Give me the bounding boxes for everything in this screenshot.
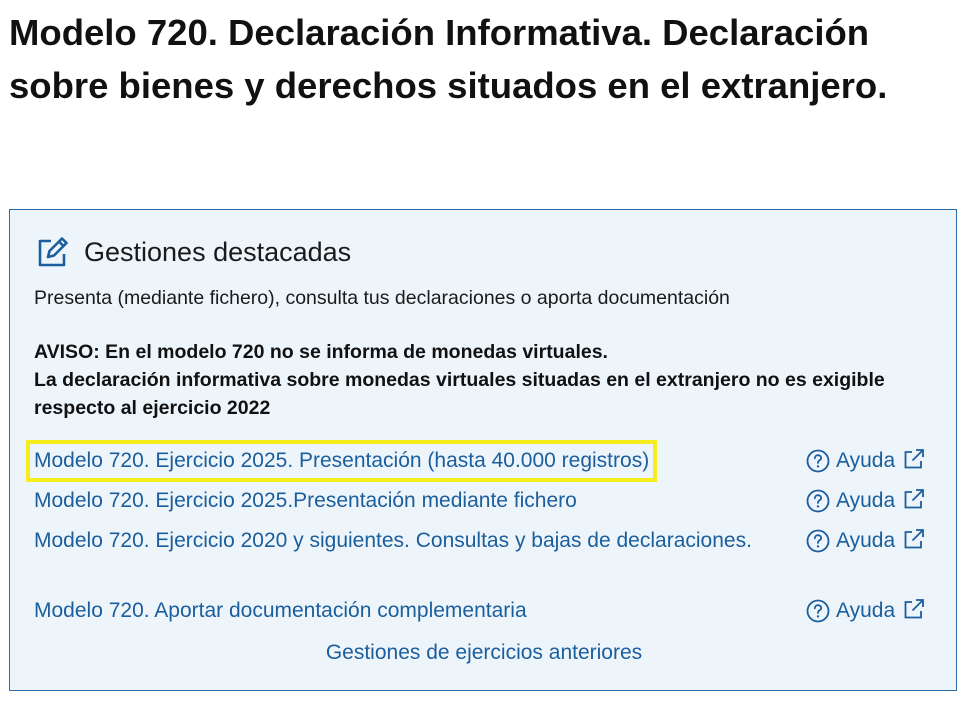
- external-link-icon: [904, 489, 925, 509]
- procedure-link-queries-2020[interactable]: Modelo 720. Ejercicio 2020 y siguientes.…: [34, 526, 754, 556]
- procedure-link-file-submission-2025[interactable]: Modelo 720. Ejercicio 2025.Presentación …: [34, 486, 577, 516]
- procedure-link-presentation-2025[interactable]: Modelo 720. Ejercicio 2025. Presentación…: [25, 440, 658, 482]
- panel-subtitle: Presenta (mediante fichero), consulta tu…: [34, 287, 730, 309]
- question-circle-icon: [806, 599, 830, 623]
- procedure-row: Modelo 720. Ejercicio 2020 y siguientes.…: [34, 526, 944, 556]
- virtual-currency-notice: AVISO: En el modelo 720 no se informa de…: [34, 338, 934, 422]
- featured-procedures-panel: Gestiones destacadas Presenta (mediante …: [9, 209, 957, 691]
- procedure-row: Modelo 720. Ejercicio 2025.Presentación …: [34, 486, 944, 516]
- panel-header: Gestiones destacadas: [35, 234, 351, 270]
- help-label: Ayuda: [836, 599, 896, 622]
- question-circle-icon: [806, 449, 830, 473]
- external-link-icon: [904, 449, 925, 469]
- help-link[interactable]: Ayuda: [806, 446, 925, 476]
- notice-line-1: AVISO: En el modelo 720 no se informa de…: [34, 341, 608, 363]
- edit-icon: [38, 237, 68, 267]
- procedure-row: Modelo 720. Ejercicio 2025. Presentación…: [25, 440, 944, 482]
- external-link-icon: [904, 599, 925, 619]
- question-circle-icon: [806, 489, 830, 513]
- help-link[interactable]: Ayuda: [806, 526, 925, 556]
- procedure-link-supporting-documents[interactable]: Modelo 720. Aportar documentación comple…: [34, 596, 527, 626]
- help-label: Ayuda: [836, 489, 896, 512]
- help-label: Ayuda: [836, 449, 896, 472]
- notice-line-2: La declaración informativa sobre monedas…: [34, 369, 885, 419]
- previous-years-row: Gestiones de ejercicios anteriores: [10, 638, 958, 668]
- help-link[interactable]: Ayuda: [806, 596, 925, 626]
- help-link[interactable]: Ayuda: [806, 486, 925, 516]
- external-link-icon: [904, 529, 925, 549]
- panel-heading: Gestiones destacadas: [84, 237, 352, 267]
- page-title: Modelo 720. Declaración Informativa. Dec…: [9, 12, 888, 106]
- question-circle-icon: [806, 529, 830, 553]
- help-label: Ayuda: [836, 529, 896, 552]
- procedure-row: Modelo 720. Aportar documentación comple…: [34, 596, 944, 626]
- previous-years-link[interactable]: Gestiones de ejercicios anteriores: [326, 641, 642, 664]
